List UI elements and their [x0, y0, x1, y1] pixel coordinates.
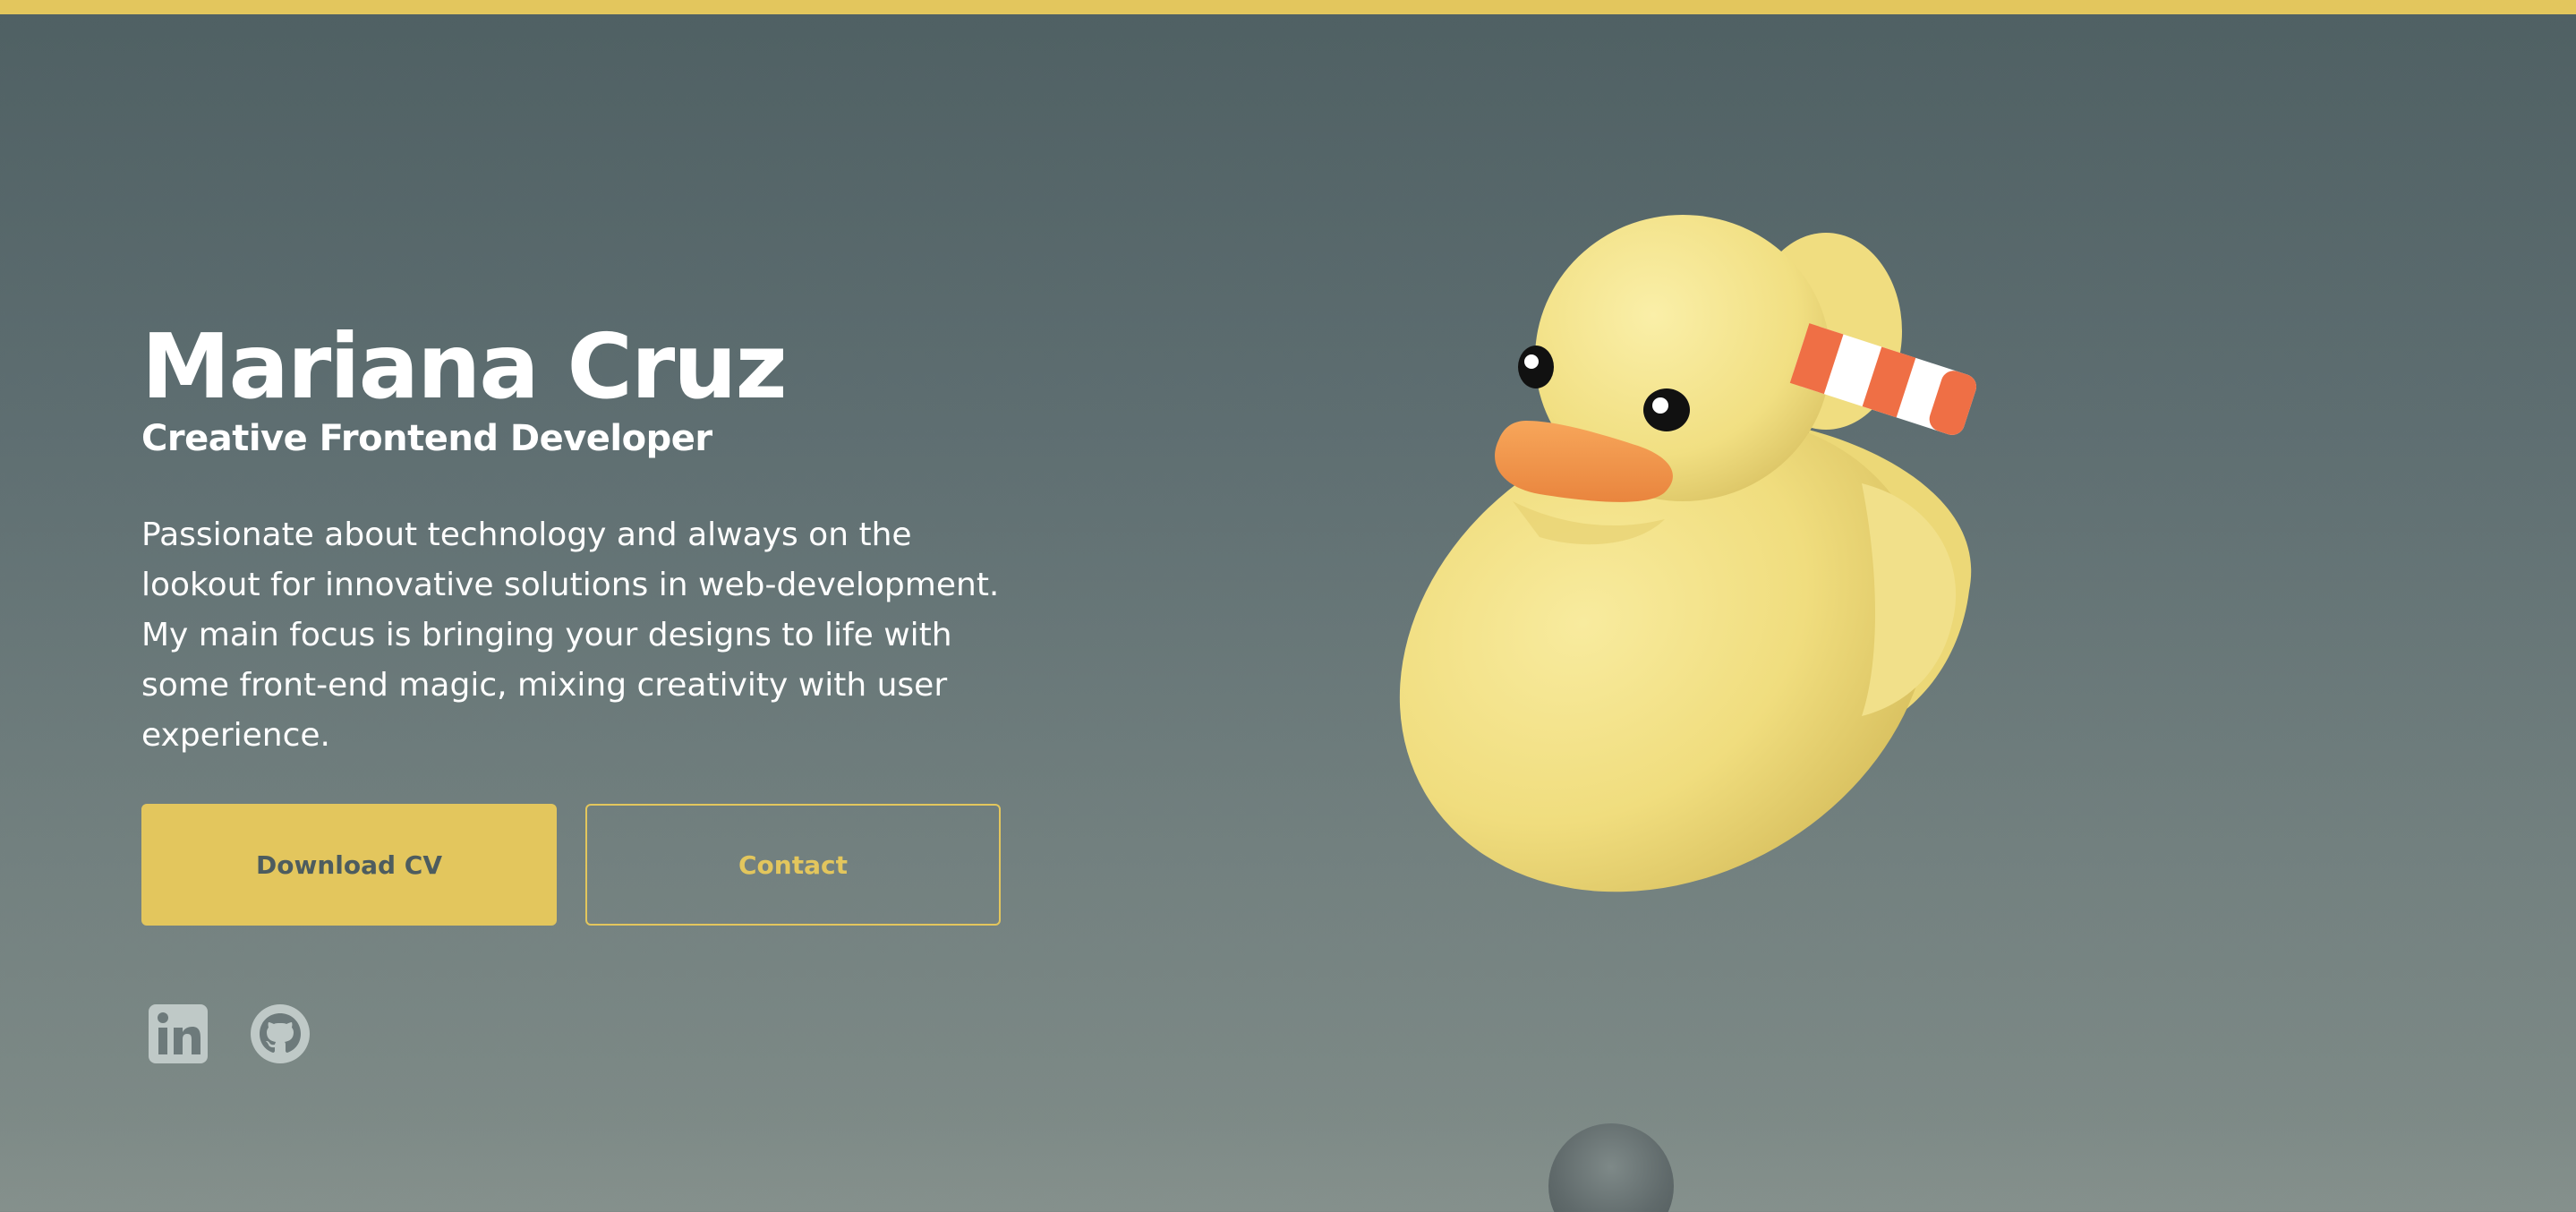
rubber-duck-icon — [1399, 215, 1977, 892]
linkedin-icon[interactable] — [147, 1003, 209, 1065]
top-accent-bar — [0, 0, 2576, 14]
floor-glow — [0, 1119, 2576, 1212]
social-links — [147, 1003, 311, 1065]
rubber-duck-illustration — [1343, 179, 2023, 895]
github-icon[interactable] — [249, 1003, 311, 1065]
hero-section: Mariana Cruz Creative Frontend Developer… — [141, 322, 1036, 761]
download-cv-button[interactable]: Download CV — [141, 804, 557, 926]
hero-actions: Download CV Contact — [141, 804, 1001, 926]
contact-button[interactable]: Contact — [585, 804, 1001, 926]
hero-bio: Passionate about technology and always o… — [141, 516, 1000, 754]
hero-name: Mariana Cruz — [141, 314, 788, 419]
hero-role: Creative Frontend Developer — [141, 418, 712, 459]
